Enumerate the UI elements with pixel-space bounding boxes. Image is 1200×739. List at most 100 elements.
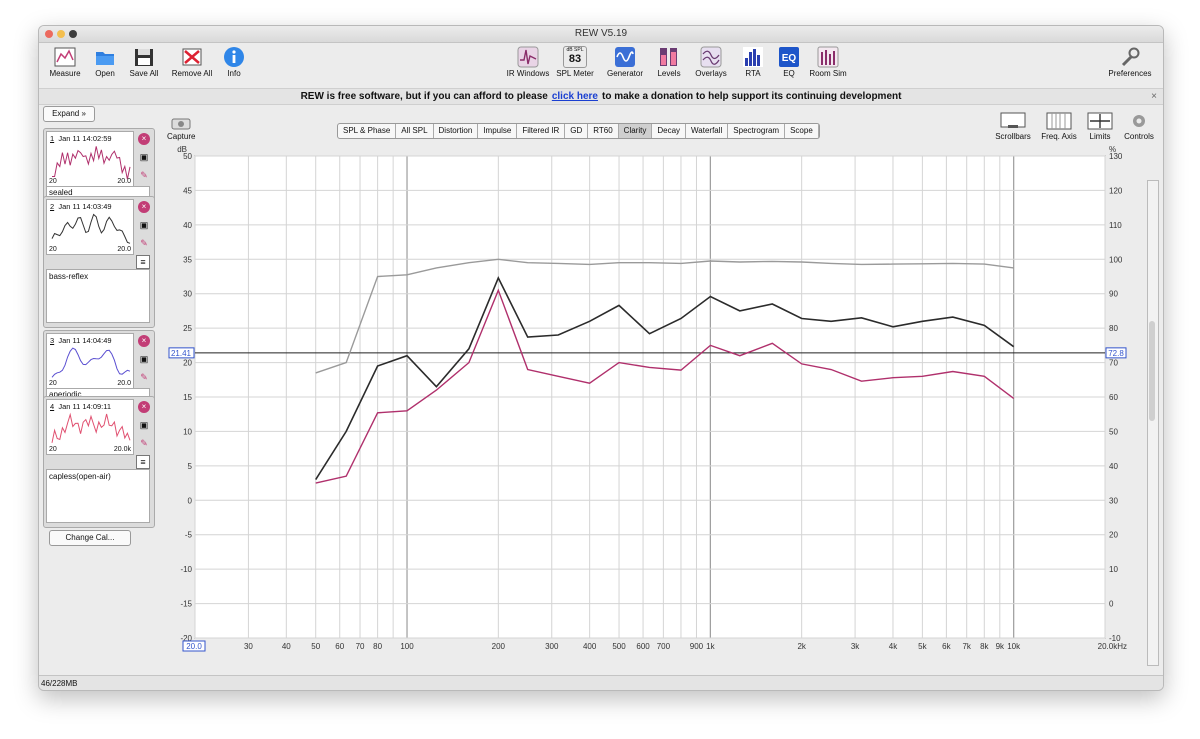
y2-tick-label: 100 [1109, 255, 1123, 264]
x-tick-label: 60 [335, 642, 344, 651]
y-tick-label: 5 [188, 462, 193, 471]
remove-all-button[interactable]: Remove All [169, 46, 215, 78]
y-tick-label: 25 [183, 324, 192, 333]
measurement-timestamp: 3 Jan 11 14:04:49 [50, 336, 112, 345]
generator-button[interactable]: Generator [605, 46, 645, 78]
measurement-timestamp: 4 Jan 11 14:09:11 [50, 402, 112, 411]
x-tick-label: 2k [797, 642, 806, 651]
scroll-thumb[interactable] [1149, 321, 1155, 421]
y-tick-label: 30 [183, 290, 192, 299]
save-all-button[interactable]: Save All [127, 46, 161, 78]
remove-measurement-icon[interactable]: × [138, 401, 150, 413]
folder-icon [96, 52, 114, 65]
change-cal-button[interactable]: Change Cal... [49, 530, 131, 546]
wrench-icon [1121, 47, 1140, 67]
y2-tick-label: 60 [1109, 393, 1118, 402]
overlays-button[interactable]: Overlays [692, 46, 730, 78]
info-icon [224, 47, 244, 67]
x-tick-label: 3k [851, 642, 860, 651]
measurement-timestamp: 1 Jan 11 14:02:59 [50, 134, 112, 143]
y2-tick-label: 40 [1109, 462, 1118, 471]
y-tick-label: -5 [185, 531, 193, 540]
levels-button[interactable]: Levels [655, 46, 683, 78]
save-measurement-icon[interactable]: ▣ [138, 151, 150, 163]
measurement-thumbnail[interactable]: 3 Jan 11 14:04:49 20 20.0 [46, 333, 134, 389]
x-tick-label: 20.0kHz [1098, 642, 1127, 651]
limits-icon [1087, 112, 1113, 130]
pen-icon[interactable]: ✎ [138, 237, 150, 249]
x-tick-label: 50 [311, 642, 320, 651]
vertical-scrollbar[interactable] [1147, 180, 1159, 666]
preferences-button[interactable]: Preferences [1105, 46, 1155, 78]
pen-icon[interactable]: ✎ [138, 169, 150, 181]
cursor-right-value: 72.8 [1108, 349, 1124, 358]
x-tick-label: 400 [583, 642, 597, 651]
info-button[interactable]: Info [223, 46, 245, 78]
measurement-sparkline [52, 146, 131, 180]
measurement-card[interactable]: 3 Jan 11 14:04:49 20 20.0 × ▣ ✎ aperiodic [43, 330, 155, 404]
save-measurement-icon[interactable]: ▣ [138, 419, 150, 431]
y2-tick-label: 70 [1109, 359, 1118, 368]
notes-icon[interactable]: ≡ [136, 255, 150, 269]
measurement-card[interactable]: 1 Jan 11 14:02:59 20 20.0 × ▣ ✎ sealed [43, 128, 155, 202]
measurement-timestamp: 2 Jan 11 14:03:49 [50, 202, 112, 211]
y2-tick-label: 50 [1109, 427, 1118, 436]
spl-meter-button[interactable]: dB SPL 83 SPL Meter [556, 46, 594, 78]
gear-icon [1133, 115, 1145, 127]
measure-icon [54, 47, 76, 67]
x-tick-label: 70 [356, 642, 365, 651]
measurement-name[interactable]: bass-reflex [46, 269, 150, 323]
remove-measurement-icon[interactable]: × [138, 201, 150, 213]
remove-measurement-icon[interactable]: × [138, 335, 150, 347]
y-tick-label: 40 [183, 221, 192, 230]
x-tick-label: 7k [962, 642, 971, 651]
save-measurement-icon[interactable]: ▣ [138, 353, 150, 365]
expand-button[interactable]: Expand » [43, 106, 95, 122]
y-axis-label: dB [177, 145, 187, 154]
x-tick-label: 300 [545, 642, 559, 651]
save-measurement-icon[interactable]: ▣ [138, 219, 150, 231]
overlays-icon [700, 46, 722, 68]
main-toolbar: Measure Open Save All Remove All Info IR… [39, 43, 1163, 87]
measurement-thumbnail[interactable]: 2 Jan 11 14:03:49 20 20.0 [46, 199, 134, 255]
y2-tick-label: 120 [1109, 186, 1123, 195]
notes-icon[interactable]: ≡ [136, 455, 150, 469]
measurement-sparkline [51, 347, 131, 378]
room-sim-button[interactable]: Room Sim [807, 46, 849, 78]
donate-link[interactable]: click here [552, 91, 598, 102]
graph-area: Capture SPL & Phase All SPL Distortion Impu… [157, 106, 1163, 691]
x-tick-label: 1k [706, 642, 715, 651]
x-tick-label: 200 [492, 642, 506, 651]
y2-tick-label: 110 [1109, 221, 1122, 230]
measurement-card[interactable]: 4 Jan 11 14:09:11 20 20.0k × ▣ ✎ ≡ capless(open… [43, 396, 155, 528]
scrollbars-icon [1000, 112, 1026, 128]
axis-start-label: 20.0 [186, 642, 202, 651]
open-button[interactable]: Open [91, 46, 119, 78]
measurement-card[interactable]: 2 Jan 11 14:03:49 20 20.0 × ▣ ✎ ≡ bass-reflex [43, 196, 155, 328]
window-title: REW V5.19 [574, 28, 628, 39]
close-banner-icon[interactable]: × [1151, 89, 1157, 104]
remove-measurement-icon[interactable]: × [138, 133, 150, 145]
clarity-chart[interactable]: -20-15-10-505101520253035404550-10010203… [157, 134, 1163, 691]
x-tick-label: 900 [690, 642, 704, 651]
pen-icon[interactable]: ✎ [138, 437, 150, 449]
x-tick-label: 8k [980, 642, 989, 651]
x-tick-label: 30 [244, 642, 253, 651]
pen-icon[interactable]: ✎ [138, 371, 150, 383]
y-tick-label: 15 [183, 393, 192, 402]
y-tick-label: -10 [180, 565, 192, 574]
ir-windows-button[interactable]: IR Windows [506, 46, 550, 78]
eq-button[interactable]: EQ EQ [777, 46, 801, 78]
y2-tick-label: 10 [1109, 565, 1118, 574]
measurement-thumbnail[interactable]: 4 Jan 11 14:09:11 20 20.0k [46, 399, 134, 455]
measure-button[interactable]: Measure [47, 46, 83, 78]
x-tick-label: 10k [1007, 642, 1021, 651]
measurement-thumbnail[interactable]: 1 Jan 11 14:02:59 20 20.0 [46, 131, 134, 187]
camera-icon [171, 118, 191, 130]
measurement-name[interactable]: capless(open-air) [46, 469, 150, 523]
x-tick-label: 6k [942, 642, 951, 651]
rta-button[interactable]: RTA [740, 46, 766, 78]
measurement-sparkline [51, 412, 131, 443]
y-tick-label: 20 [183, 359, 192, 368]
remove-all-icon [182, 48, 202, 66]
